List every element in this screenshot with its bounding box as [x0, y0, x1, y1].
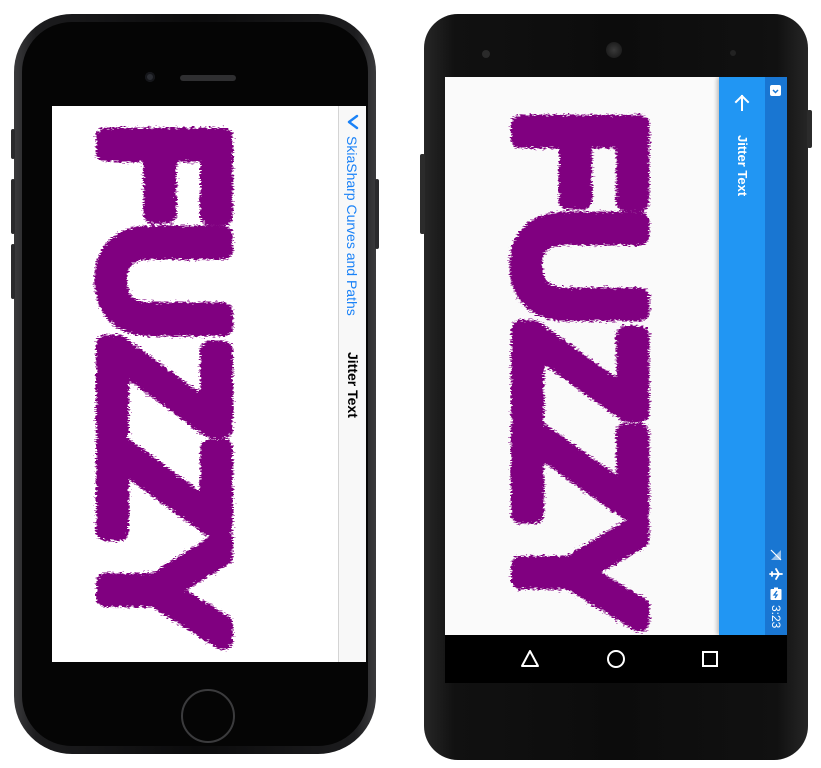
- battery-charging-icon: [770, 587, 782, 600]
- chevron-left-icon: [347, 114, 359, 130]
- back-triangle-icon[interactable]: [518, 647, 542, 671]
- front-camera: [482, 50, 490, 58]
- no-sim-icon: [770, 549, 782, 561]
- fuzzy-text: FUZZY: [484, 111, 676, 626]
- app-toolbar: Jitter Text: [719, 77, 765, 635]
- volume-button: [420, 154, 425, 234]
- ios-screen: FUZZY SkiaSharp Curves and Paths Jitter …: [52, 106, 366, 662]
- home-button[interactable]: [181, 689, 235, 743]
- front-camera: [145, 72, 155, 82]
- home-circle-icon[interactable]: [604, 647, 628, 671]
- android-navigation-bar: [445, 635, 787, 683]
- arrow-back-icon[interactable]: [732, 93, 752, 113]
- fuzzy-text-canvas: FUZZY: [59, 114, 269, 654]
- back-button-label: SkiaSharp Curves and Paths: [344, 136, 360, 316]
- android-screen: FUZZY Jitter Text 3:23: [445, 77, 787, 635]
- power-button: [375, 179, 379, 249]
- ios-navigation-bar: SkiaSharp Curves and Paths Jitter Text: [338, 106, 366, 662]
- download-icon: [770, 85, 781, 96]
- recents-square-icon[interactable]: [698, 647, 722, 671]
- mute-switch: [11, 129, 15, 159]
- earpiece-speaker: [606, 42, 622, 58]
- proximity-sensor: [730, 50, 736, 56]
- fuzzy-text: FUZZY: [69, 124, 259, 644]
- status-bar: 3:23: [765, 77, 787, 635]
- status-time: 3:23: [769, 605, 783, 629]
- volume-up-button: [11, 179, 15, 234]
- earpiece-speaker: [180, 75, 236, 81]
- android-top-bezel: [424, 14, 808, 78]
- power-button: [807, 110, 812, 148]
- page-title: Jitter Text: [735, 135, 750, 197]
- fuzzy-text-canvas: FUZZY: [474, 101, 686, 635]
- airplane-mode-icon: [769, 568, 783, 580]
- android-device: FUZZY Jitter Text 3:23: [420, 14, 812, 760]
- back-button[interactable]: SkiaSharp Curves and Paths: [338, 110, 366, 330]
- page-title: Jitter Text: [345, 352, 361, 418]
- volume-down-button: [11, 244, 15, 299]
